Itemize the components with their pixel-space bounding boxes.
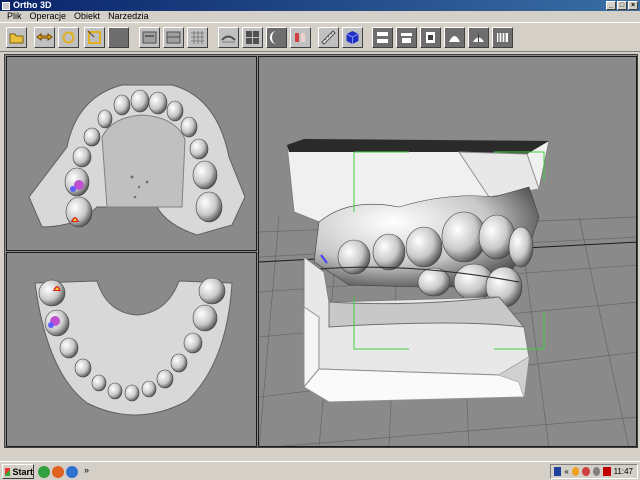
ruler-icon: [321, 30, 336, 45]
quicklaunch-ie-icon[interactable]: [66, 466, 78, 478]
menu-narzedzia[interactable]: Narzedzia: [104, 11, 153, 22]
view-grid-button[interactable]: [187, 27, 208, 48]
view-split-icon: [166, 31, 181, 44]
app-window: Ortho 3D _ □ × Plik Operacje Obiekt Narz…: [0, 0, 640, 480]
start-button[interactable]: Start: [2, 464, 34, 479]
security-icon[interactable]: [582, 467, 590, 476]
clock: 11:47: [613, 467, 633, 476]
windows-logo-icon: [5, 467, 11, 476]
taskbar: Start » « 11:47: [0, 461, 640, 480]
view-grid-icon: [191, 31, 204, 44]
blank-button[interactable]: [108, 27, 129, 48]
blank-icon: [110, 29, 127, 46]
teeth-button[interactable]: [290, 27, 311, 48]
minimize-button[interactable]: _: [606, 1, 616, 10]
app-icon: [2, 1, 10, 10]
view-top-button[interactable]: [372, 27, 393, 48]
tray-chevron[interactable]: «: [564, 467, 568, 476]
upper-jaw-model: [28, 84, 246, 236]
contrast-button[interactable]: [266, 27, 287, 48]
start-label: Start: [12, 466, 33, 477]
menu-obiekt[interactable]: Obiekt: [70, 11, 104, 22]
toolbar: [0, 22, 640, 52]
sun-icon[interactable]: [571, 467, 580, 476]
occlusion-button[interactable]: [218, 27, 239, 48]
cube-icon: [346, 31, 359, 44]
close-button[interactable]: ×: [628, 1, 638, 10]
layout-four-button[interactable]: [242, 27, 263, 48]
quicklaunch-browser-icon[interactable]: [38, 466, 50, 478]
view-single-icon: [142, 31, 157, 44]
layout-four-icon: [246, 31, 259, 44]
scale-icon: [87, 30, 101, 44]
upper-jaw-viewport[interactable]: [6, 56, 257, 251]
view-single-button[interactable]: [139, 27, 160, 48]
view-right-button[interactable]: [444, 27, 465, 48]
view-right-icon: [449, 36, 460, 42]
menu-operacje[interactable]: Operacje: [26, 11, 71, 22]
view-bottom-icon: [401, 33, 412, 43]
window-title: Ortho 3D: [13, 0, 52, 10]
lower-jaw-viewport[interactable]: [6, 252, 257, 447]
scale-button[interactable]: [84, 27, 105, 48]
language-icon[interactable]: [554, 467, 562, 476]
view-left-icon: [426, 32, 435, 43]
view-split-button[interactable]: [163, 27, 184, 48]
lower-jaw-model: [34, 277, 233, 416]
view-bottom-button[interactable]: [396, 27, 417, 48]
contrast-icon: [270, 31, 277, 44]
network-icon[interactable]: [592, 467, 601, 476]
quicklaunch-chevron[interactable]: »: [84, 465, 89, 475]
open-button[interactable]: [6, 27, 27, 48]
menu-plik[interactable]: Plik: [3, 11, 26, 22]
move-arrows-icon: [36, 33, 53, 41]
quicklaunch-firefox-icon[interactable]: [52, 466, 64, 478]
view-front-icon: [473, 34, 484, 42]
3d-model-scene: [259, 138, 636, 446]
measure-button[interactable]: [318, 27, 339, 48]
view-top-icon: [377, 32, 388, 43]
viewport-frame: [4, 54, 638, 448]
view-back-icon: [497, 33, 508, 42]
view-front-button[interactable]: [468, 27, 489, 48]
occlusion-icon: [221, 35, 236, 43]
maximize-button[interactable]: □: [617, 1, 627, 10]
menu-bar: Plik Operacje Obiekt Narzedzia: [0, 11, 640, 22]
move-button[interactable]: [34, 27, 55, 48]
system-tray: « 11:47: [550, 464, 638, 479]
view-back-button[interactable]: [492, 27, 513, 48]
view-left-button[interactable]: [420, 27, 441, 48]
teeth-icon: [295, 33, 305, 42]
open-folder-icon: [9, 33, 24, 44]
rotate-icon: [62, 31, 75, 44]
3d-model-viewport[interactable]: [258, 56, 637, 447]
title-bar[interactable]: Ortho 3D _ □ ×: [0, 0, 640, 11]
rotate-button[interactable]: [58, 27, 79, 48]
antivirus-icon[interactable]: [603, 467, 611, 476]
cube-button[interactable]: [342, 27, 363, 48]
